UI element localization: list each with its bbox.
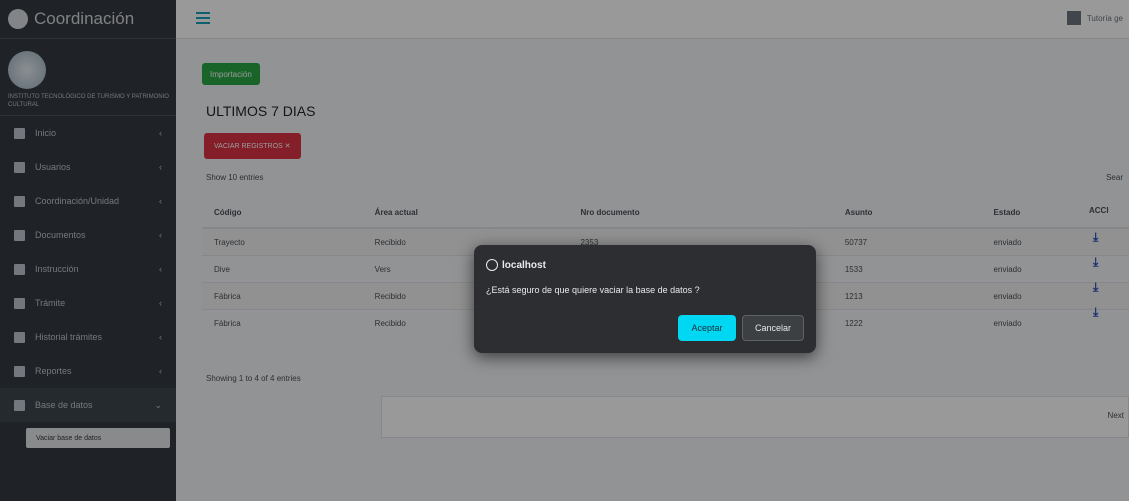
globe-icon: [486, 259, 498, 271]
confirm-dialog: localhost ¿Está seguro de que quiere vac…: [474, 245, 816, 353]
cancel-button[interactable]: Cancelar: [742, 315, 804, 341]
dialog-message: ¿Está seguro de que quiere vaciar la bas…: [486, 285, 700, 295]
dialog-origin-text: localhost: [502, 259, 546, 271]
dialog-origin: localhost: [486, 259, 546, 271]
accept-button[interactable]: Aceptar: [678, 315, 736, 341]
